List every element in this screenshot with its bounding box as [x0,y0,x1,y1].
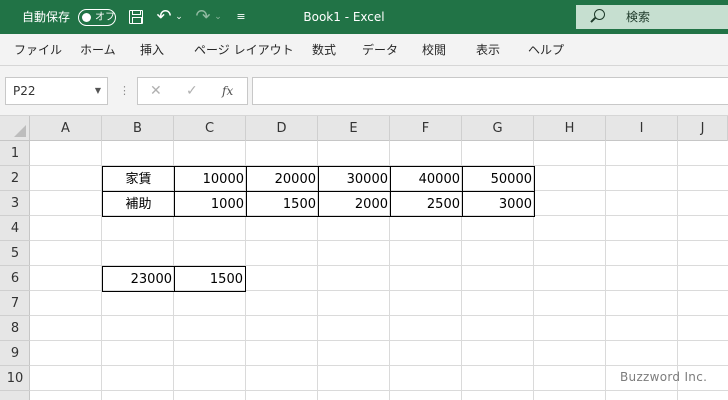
enter-icon[interactable]: ✓ [186,78,198,104]
more-options-icon[interactable]: ⋮ [119,77,130,105]
tab-view[interactable]: 表示 [476,34,500,66]
column-header-h[interactable]: H [534,116,606,141]
row-headers: 1 2 3 4 5 6 7 8 9 10 [0,141,30,400]
title-bar: 自動保存 オフ ↶ ⌄ ↷ ⌄ ≡ Book1 - Excel 検索 [0,0,728,34]
tab-formulas[interactable]: 数式 [312,34,336,66]
tab-help[interactable]: ヘルプ [528,34,564,66]
cell-c6[interactable]: 1500 [174,266,246,292]
ribbon-tabs: ファイル ホーム 挿入 ページ レイアウト 数式 データ 校閲 表示 ヘルプ [0,34,728,66]
tab-home[interactable]: ホーム [80,34,116,66]
cell-f2[interactable]: 40000 [390,166,463,192]
name-box-dropdown-icon[interactable]: ▼ [95,78,101,104]
cell-b6[interactable]: 23000 [102,266,175,292]
insert-function-icon[interactable]: fx [222,78,233,104]
cell-e3[interactable]: 2000 [318,191,391,217]
column-header-f[interactable]: F [390,116,462,141]
cell-e2[interactable]: 30000 [318,166,391,192]
cell-f3[interactable]: 2500 [390,191,463,217]
cell-b2[interactable]: 家賃 [102,166,175,192]
column-header-d[interactable]: D [246,116,318,141]
column-header-a[interactable]: A [30,116,102,141]
row-header-7[interactable]: 7 [0,291,30,316]
cell-g2[interactable]: 50000 [462,166,535,192]
row-header-5[interactable]: 5 [0,241,30,266]
formula-input[interactable] [252,77,728,105]
column-header-g[interactable]: G [462,116,534,141]
tab-insert[interactable]: 挿入 [140,34,164,66]
row-header-1[interactable]: 1 [0,141,30,166]
column-header-j[interactable]: J [678,116,728,141]
search-icon [594,9,605,20]
column-header-b[interactable]: B [102,116,174,141]
cell-d2[interactable]: 20000 [246,166,319,192]
select-all-button[interactable] [0,116,30,141]
worksheet: A B C D E F G H I J 1 2 3 4 5 6 7 8 9 10… [0,116,728,400]
formula-bar-area: P22 ▼ ⋮ ✕ ✓ fx [0,66,728,116]
row-header-4[interactable]: 4 [0,216,30,241]
cell-c3[interactable]: 1000 [174,191,247,217]
tab-file[interactable]: ファイル [14,34,62,66]
cell-d3[interactable]: 1500 [246,191,319,217]
tab-data[interactable]: データ [362,34,398,66]
tab-review[interactable]: 校閲 [422,34,446,66]
cell-grid[interactable]: 家賃 10000 20000 30000 40000 50000 補助 1000… [30,141,728,400]
row-header-9[interactable]: 9 [0,341,30,366]
row-header-10[interactable]: 10 [0,366,30,391]
name-box-value: P22 [13,84,36,98]
cancel-icon[interactable]: ✕ [150,78,162,104]
column-header-c[interactable]: C [174,116,246,141]
tab-page-layout[interactable]: ページ レイアウト [194,34,294,66]
search-label: 検索 [626,10,651,24]
row-header-3[interactable]: 3 [0,191,30,216]
column-header-e[interactable]: E [318,116,390,141]
column-header-i[interactable]: I [606,116,678,141]
row-header-2[interactable]: 2 [0,166,30,191]
name-box[interactable]: P22 ▼ [5,77,108,105]
row-header-8[interactable]: 8 [0,316,30,341]
cell-g3[interactable]: 3000 [462,191,535,217]
row-header-6[interactable]: 6 [0,266,30,291]
formula-buttons: ✕ ✓ fx [137,77,248,105]
search-box[interactable]: 検索 [576,5,728,29]
cell-b3[interactable]: 補助 [102,191,175,217]
cell-c2[interactable]: 10000 [174,166,247,192]
watermark: Buzzword Inc. [620,370,708,384]
column-headers: A B C D E F G H I J [30,116,728,141]
